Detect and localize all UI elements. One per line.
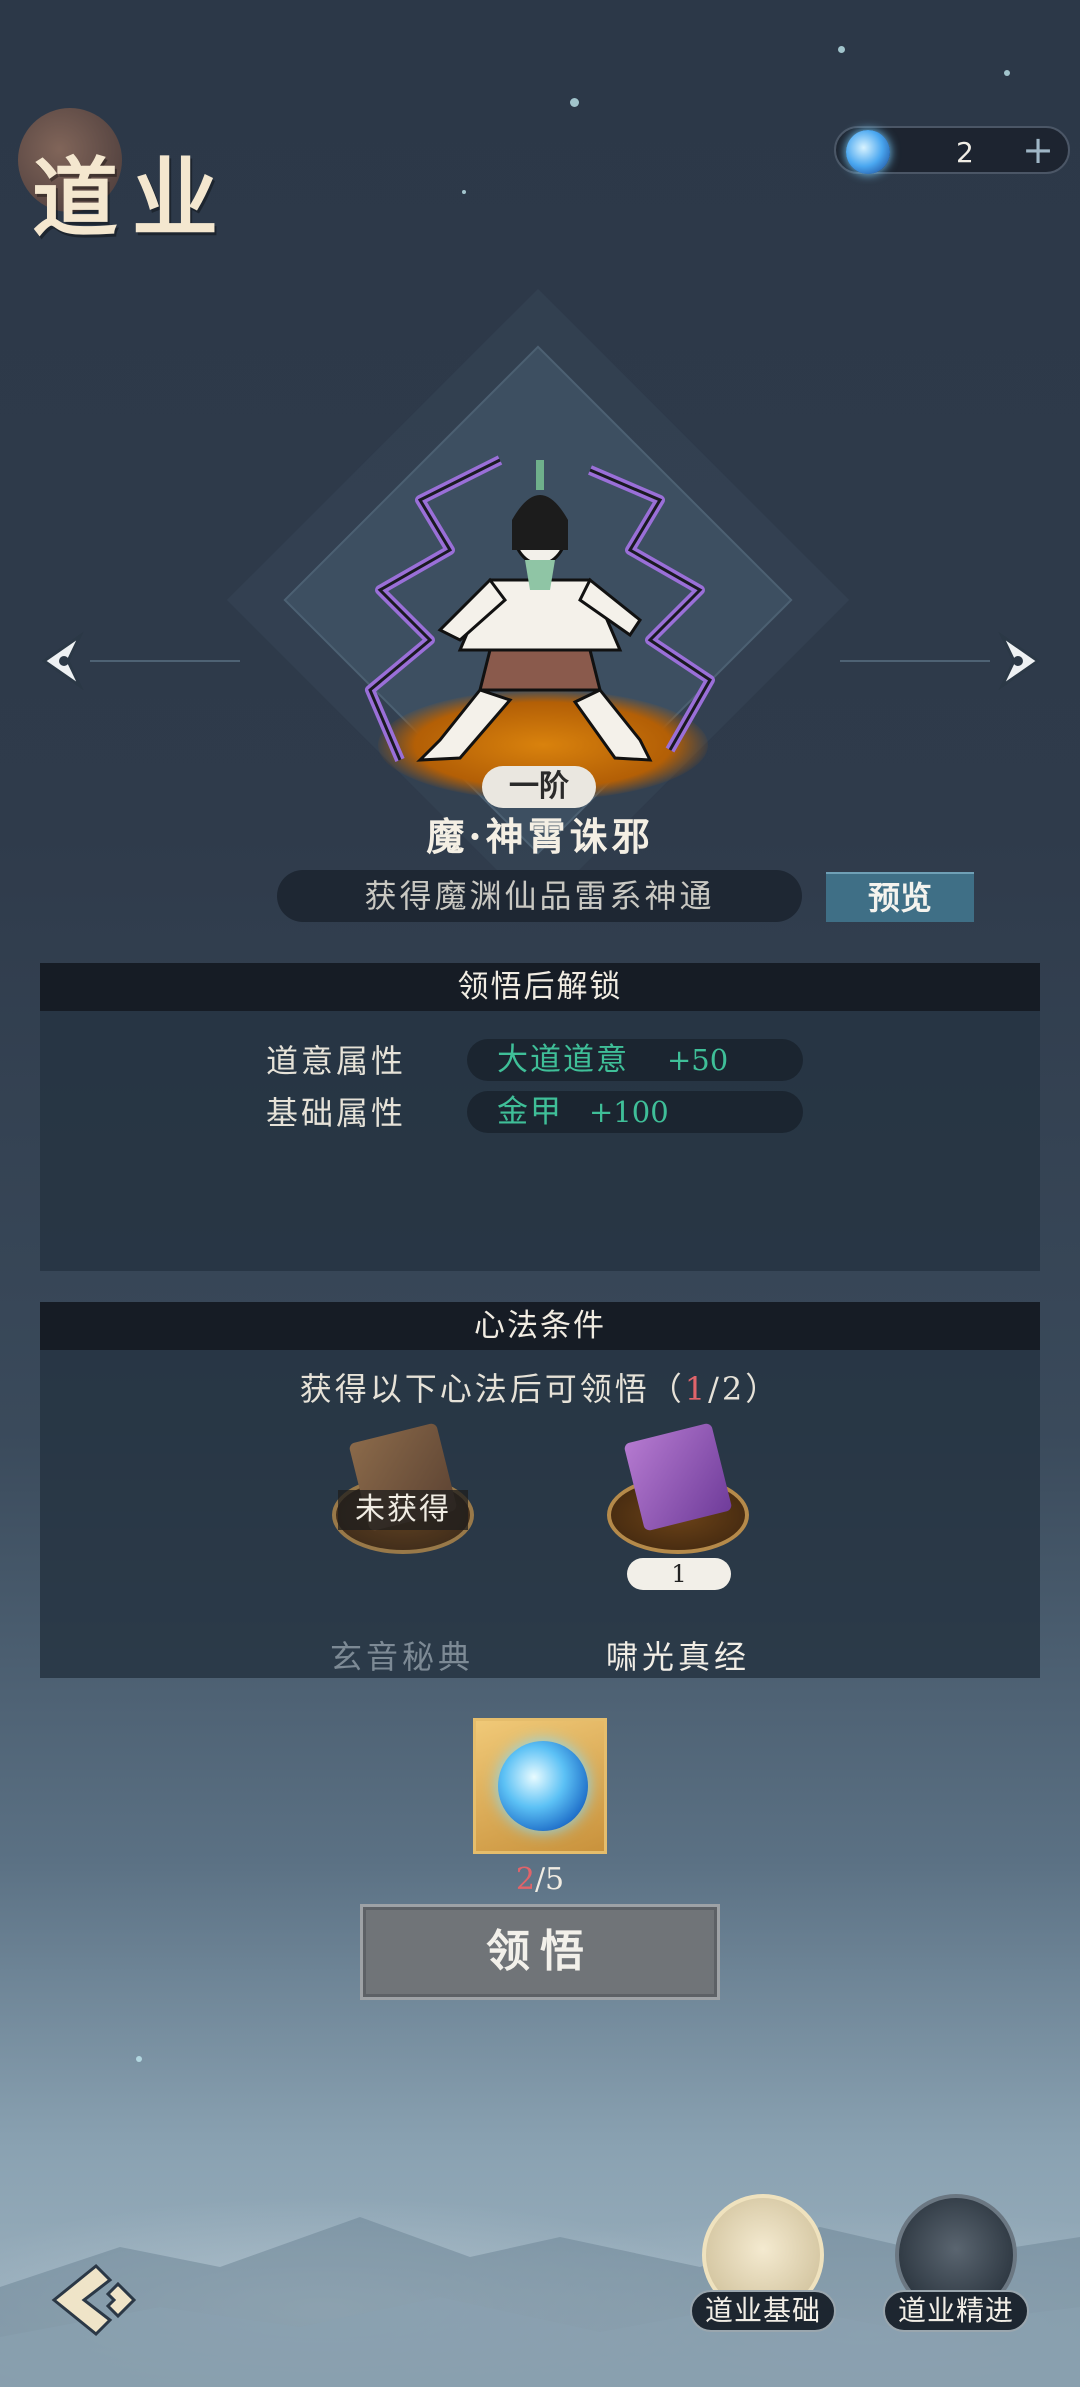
book-level-badge: 1	[627, 1558, 731, 1590]
hint-suffix: /2）	[708, 1370, 781, 1408]
star-dot	[136, 2056, 142, 2062]
nav-basics-label: 道业基础	[690, 2290, 836, 2332]
material-cost-card[interactable]	[473, 1718, 607, 1854]
previous-arrow-icon[interactable]	[32, 626, 92, 696]
attribute-amount: +50	[667, 1043, 729, 1077]
attribute-label: 道意属性	[266, 1042, 407, 1080]
crescent-icon	[394, 1606, 405, 1628]
spirit-orb-icon	[846, 130, 890, 174]
condition-panel-title: 心法条件	[40, 1302, 1040, 1350]
currency-counter: 2 +	[834, 126, 1070, 174]
hero-illustration	[365, 455, 715, 762]
nav-advanced-button[interactable]: 道业精进	[883, 2194, 1029, 2334]
decor-line-right	[840, 660, 990, 662]
material-cost-count: 2/5	[0, 1862, 1080, 1897]
nav-basics-button[interactable]: 道业基础	[690, 2194, 836, 2334]
star-dot	[838, 46, 845, 53]
star-dot	[570, 98, 579, 107]
book-card-locked[interactable]: 未获得	[328, 1422, 478, 1572]
add-currency-button[interactable]: +	[1022, 128, 1054, 172]
comprehend-button[interactable]: 领悟	[360, 1904, 720, 2000]
material-total: /5	[534, 1862, 565, 1897]
attribute-name: 金甲	[497, 1094, 563, 1130]
currency-count: 2	[956, 136, 974, 169]
unlock-panel: 领悟后解锁 道意属性 大道道意 +50 基础属性 金甲 +100	[40, 963, 1040, 1271]
unlock-panel-title: 领悟后解锁	[40, 963, 1040, 1011]
attribute-label: 基础属性	[266, 1094, 407, 1132]
attribute-name: 大道道意	[497, 1042, 629, 1078]
spirit-orb-icon	[498, 1741, 588, 1831]
star-dot	[1004, 70, 1010, 76]
crescent-icon	[669, 1606, 680, 1628]
back-arrow-icon[interactable]	[46, 2260, 146, 2340]
rank-badge: 一阶	[482, 766, 596, 808]
condition-panel: 心法条件 获得以下心法后可领悟（1/2） 未获得 玄音秘典 1 啸光真经	[40, 1302, 1040, 1678]
hint-current-count: 1	[684, 1370, 709, 1408]
skill-description: 获得魔渊仙品雷系神通	[277, 870, 802, 922]
attribute-amount: +100	[589, 1095, 669, 1129]
book-name: 啸光真经	[605, 1638, 750, 1676]
attribute-value-box: 大道道意 +50	[467, 1039, 803, 1081]
decor-line-left	[90, 660, 240, 662]
material-current: 2	[515, 1862, 535, 1897]
attribute-value-box: 金甲 +100	[467, 1091, 803, 1133]
book-name: 玄音秘典	[329, 1638, 474, 1676]
not-obtained-tag: 未获得	[338, 1490, 468, 1530]
star-dot	[462, 190, 466, 194]
attribute-row: 道意属性 大道道意 +50	[40, 1039, 1040, 1083]
page-title: 道业	[32, 148, 232, 249]
nav-advanced-label: 道业精进	[883, 2290, 1029, 2332]
skill-name: 魔·神霄诛邪	[426, 814, 654, 859]
hint-prefix: 获得以下心法后可领悟（	[299, 1370, 685, 1408]
next-arrow-icon[interactable]	[990, 626, 1050, 696]
page-title-block: 道业	[18, 108, 238, 249]
attribute-row: 基础属性 金甲 +100	[40, 1091, 1040, 1135]
book-card-acquired[interactable]: 1	[603, 1422, 753, 1590]
condition-hint: 获得以下心法后可领悟（1/2）	[40, 1364, 1040, 1410]
preview-button[interactable]: 预览	[826, 872, 974, 922]
